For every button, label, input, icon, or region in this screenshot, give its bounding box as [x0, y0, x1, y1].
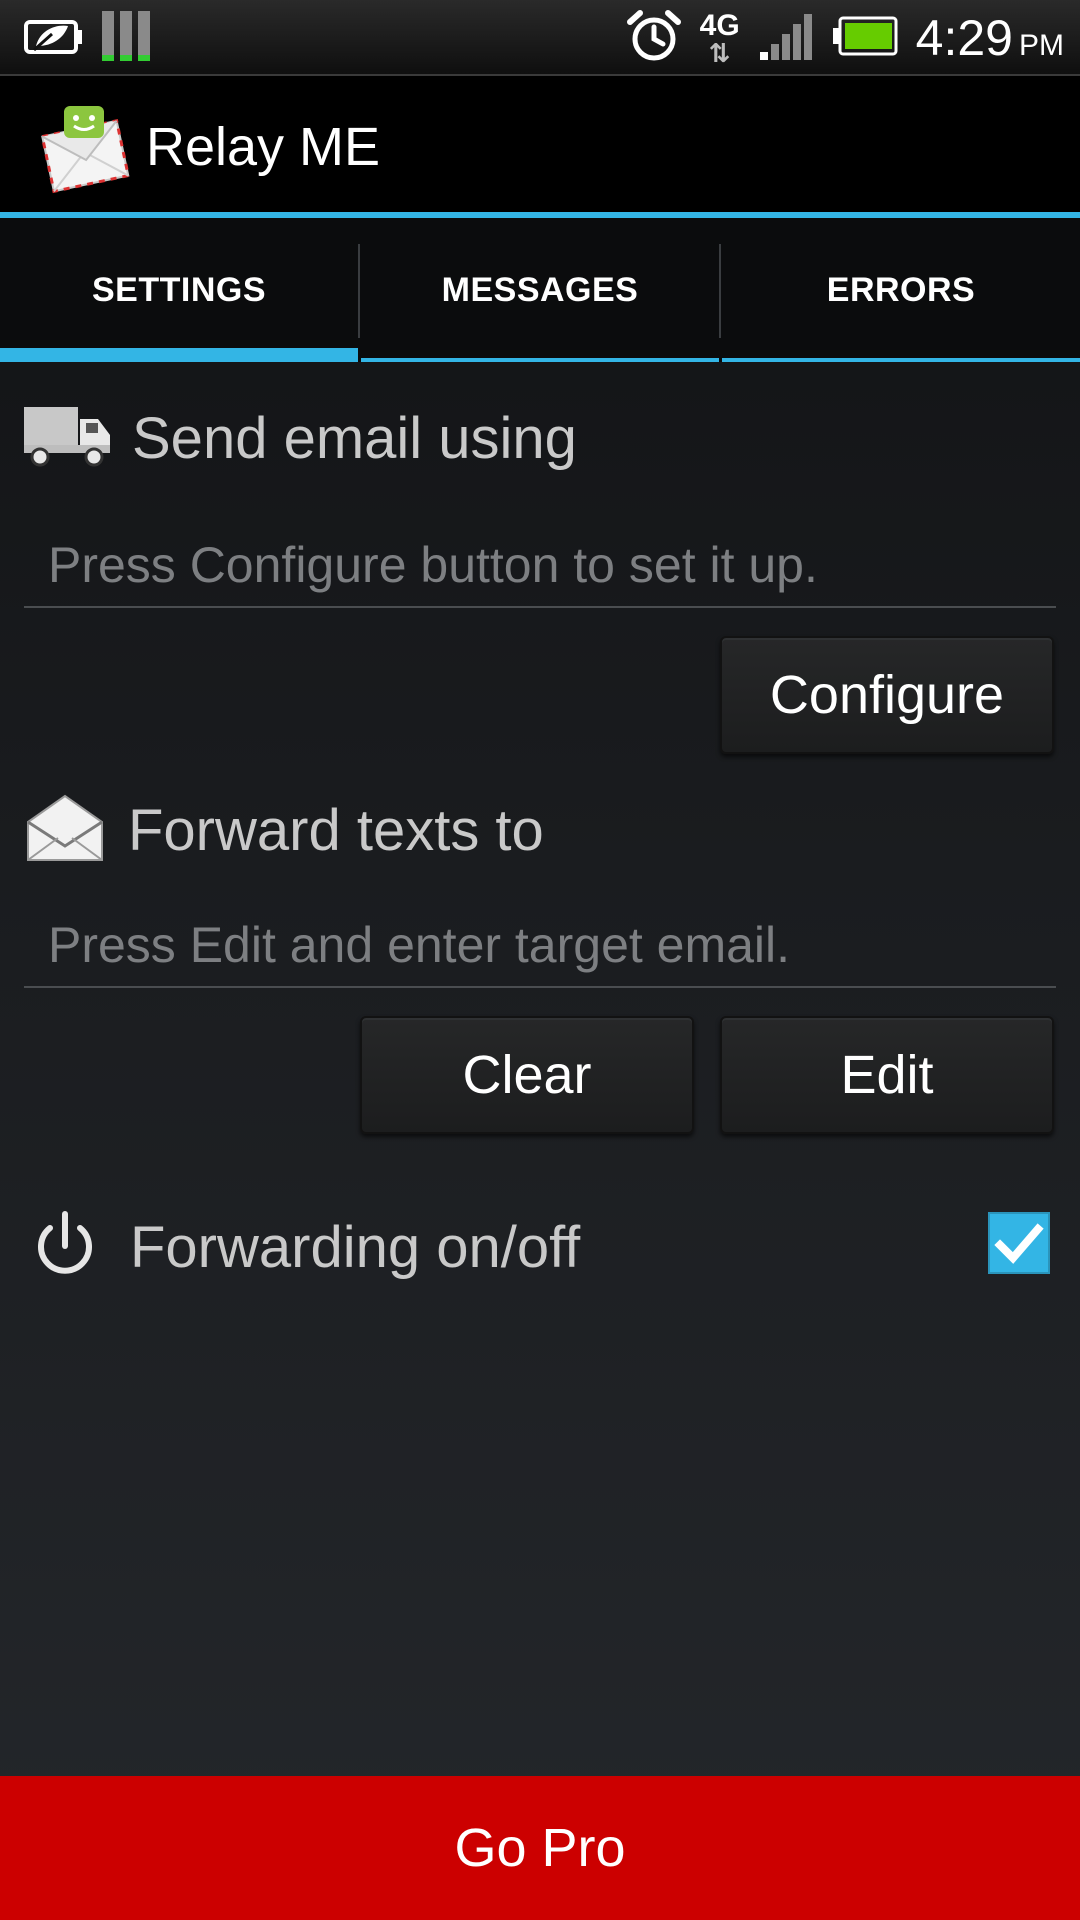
data-arrows-icon: ⇅	[708, 38, 731, 68]
configure-button[interactable]: Configure	[720, 636, 1054, 754]
tab-errors[interactable]: ERRORS	[722, 218, 1080, 362]
clear-button[interactable]: Clear	[360, 1016, 694, 1134]
smtp-config-input[interactable]	[24, 526, 1056, 604]
relay-me-app-icon[interactable]	[38, 100, 132, 194]
send-email-header: Send email using	[22, 398, 577, 478]
status-clock: 4:29 PM	[916, 9, 1064, 67]
edit-button[interactable]: Edit	[720, 1016, 1054, 1134]
smtp-config-field	[24, 526, 1056, 608]
checkmark-icon	[994, 1223, 1044, 1264]
forward-texts-label: Forward texts to	[128, 797, 544, 863]
power-icon	[32, 1210, 98, 1285]
go-pro-button[interactable]: Go Pro	[0, 1776, 1080, 1920]
status-bar-left	[22, 10, 154, 66]
network-type-label: 4G	[699, 9, 740, 42]
signal-strength-icon	[758, 12, 814, 65]
tab-errors-label: ERRORS	[826, 270, 976, 309]
network-4g-icon: 4G ⇅	[699, 9, 740, 68]
status-bar: 4G ⇅ 4:29 PM	[0, 0, 1080, 76]
send-email-label: Send email using	[132, 405, 577, 471]
status-bar-right: 4G ⇅ 4:29 PM	[626, 6, 1064, 70]
action-bar: Relay ME	[0, 76, 1080, 214]
forwarding-checkbox[interactable]	[988, 1212, 1050, 1274]
app-screen: 4G ⇅ 4:29 PM Relay ME SETTINGS MESSAGES …	[0, 0, 1080, 1920]
target-email-input[interactable]	[24, 906, 1056, 984]
tab-bar: SETTINGS MESSAGES ERRORS	[0, 218, 1080, 362]
tab-messages-label: MESSAGES	[441, 270, 639, 309]
tab-settings[interactable]: SETTINGS	[0, 218, 358, 362]
clock-time: 4:29	[915, 10, 1013, 66]
tab-messages[interactable]: MESSAGES	[361, 218, 719, 362]
tab-settings-indicator	[0, 348, 358, 362]
power-saver-icon	[22, 12, 84, 65]
battery-icon	[832, 16, 898, 61]
alarm-icon	[626, 8, 682, 69]
app-title: Relay ME	[146, 117, 381, 177]
signal-meter-icon	[100, 9, 154, 68]
forward-texts-header: Forward texts to	[22, 790, 544, 870]
tab-messages-indicator	[361, 358, 719, 362]
truck-icon	[22, 403, 112, 474]
tab-settings-label: SETTINGS	[91, 270, 267, 309]
forwarding-toggle-row[interactable]: Forwarding on/off	[22, 1200, 1058, 1310]
clock-ampm: PM	[1019, 29, 1064, 62]
target-email-field	[24, 906, 1056, 988]
tab-divider	[358, 244, 360, 338]
envelope-icon	[22, 792, 108, 869]
tab-errors-indicator	[722, 358, 1080, 362]
tab-divider	[719, 244, 721, 338]
forwarding-toggle-label: Forwarding on/off	[130, 1215, 581, 1280]
